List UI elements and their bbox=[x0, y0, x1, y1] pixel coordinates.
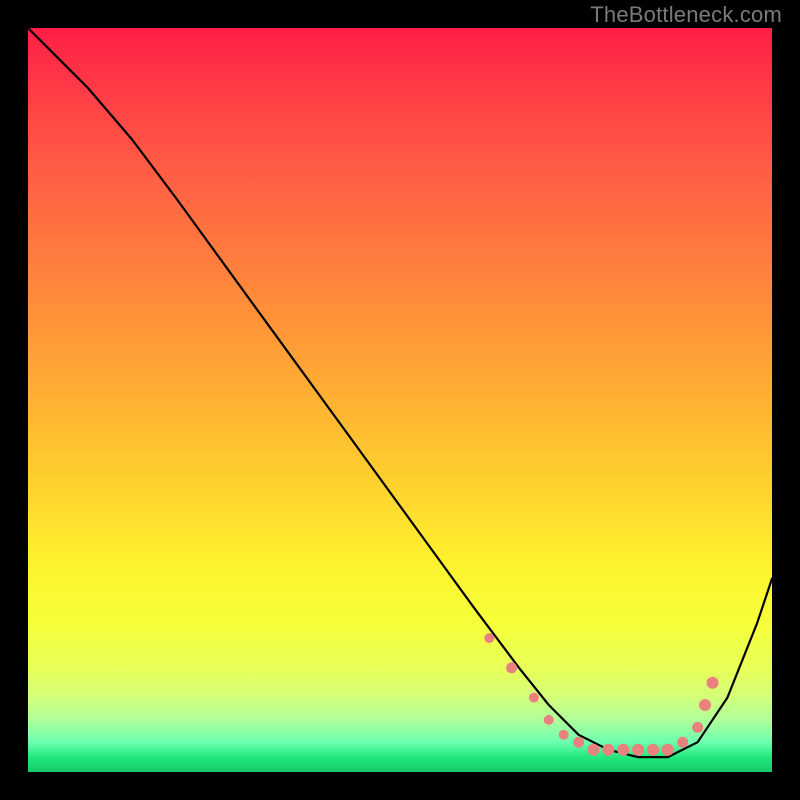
marker-dot bbox=[484, 633, 494, 643]
marker-dot bbox=[677, 737, 688, 748]
plot-area bbox=[28, 28, 772, 772]
marker-dot bbox=[573, 737, 584, 748]
marker-dot bbox=[529, 693, 539, 703]
marker-dot bbox=[662, 744, 674, 756]
marker-dot bbox=[692, 722, 703, 733]
series-curve bbox=[28, 28, 772, 757]
marker-dot bbox=[632, 744, 644, 756]
chart-svg bbox=[28, 28, 772, 772]
marker-dot bbox=[544, 715, 554, 725]
marker-dot bbox=[617, 744, 629, 756]
chart-frame: TheBottleneck.com bbox=[0, 0, 800, 800]
marker-dot bbox=[506, 662, 517, 673]
marker-dot bbox=[699, 699, 711, 711]
marker-dot bbox=[647, 744, 659, 756]
watermark-text: TheBottleneck.com bbox=[590, 2, 782, 28]
marker-dot bbox=[559, 730, 569, 740]
marker-dot bbox=[707, 677, 719, 689]
marker-dot bbox=[602, 744, 614, 756]
marker-dot bbox=[587, 744, 599, 756]
marker-group bbox=[484, 633, 718, 756]
